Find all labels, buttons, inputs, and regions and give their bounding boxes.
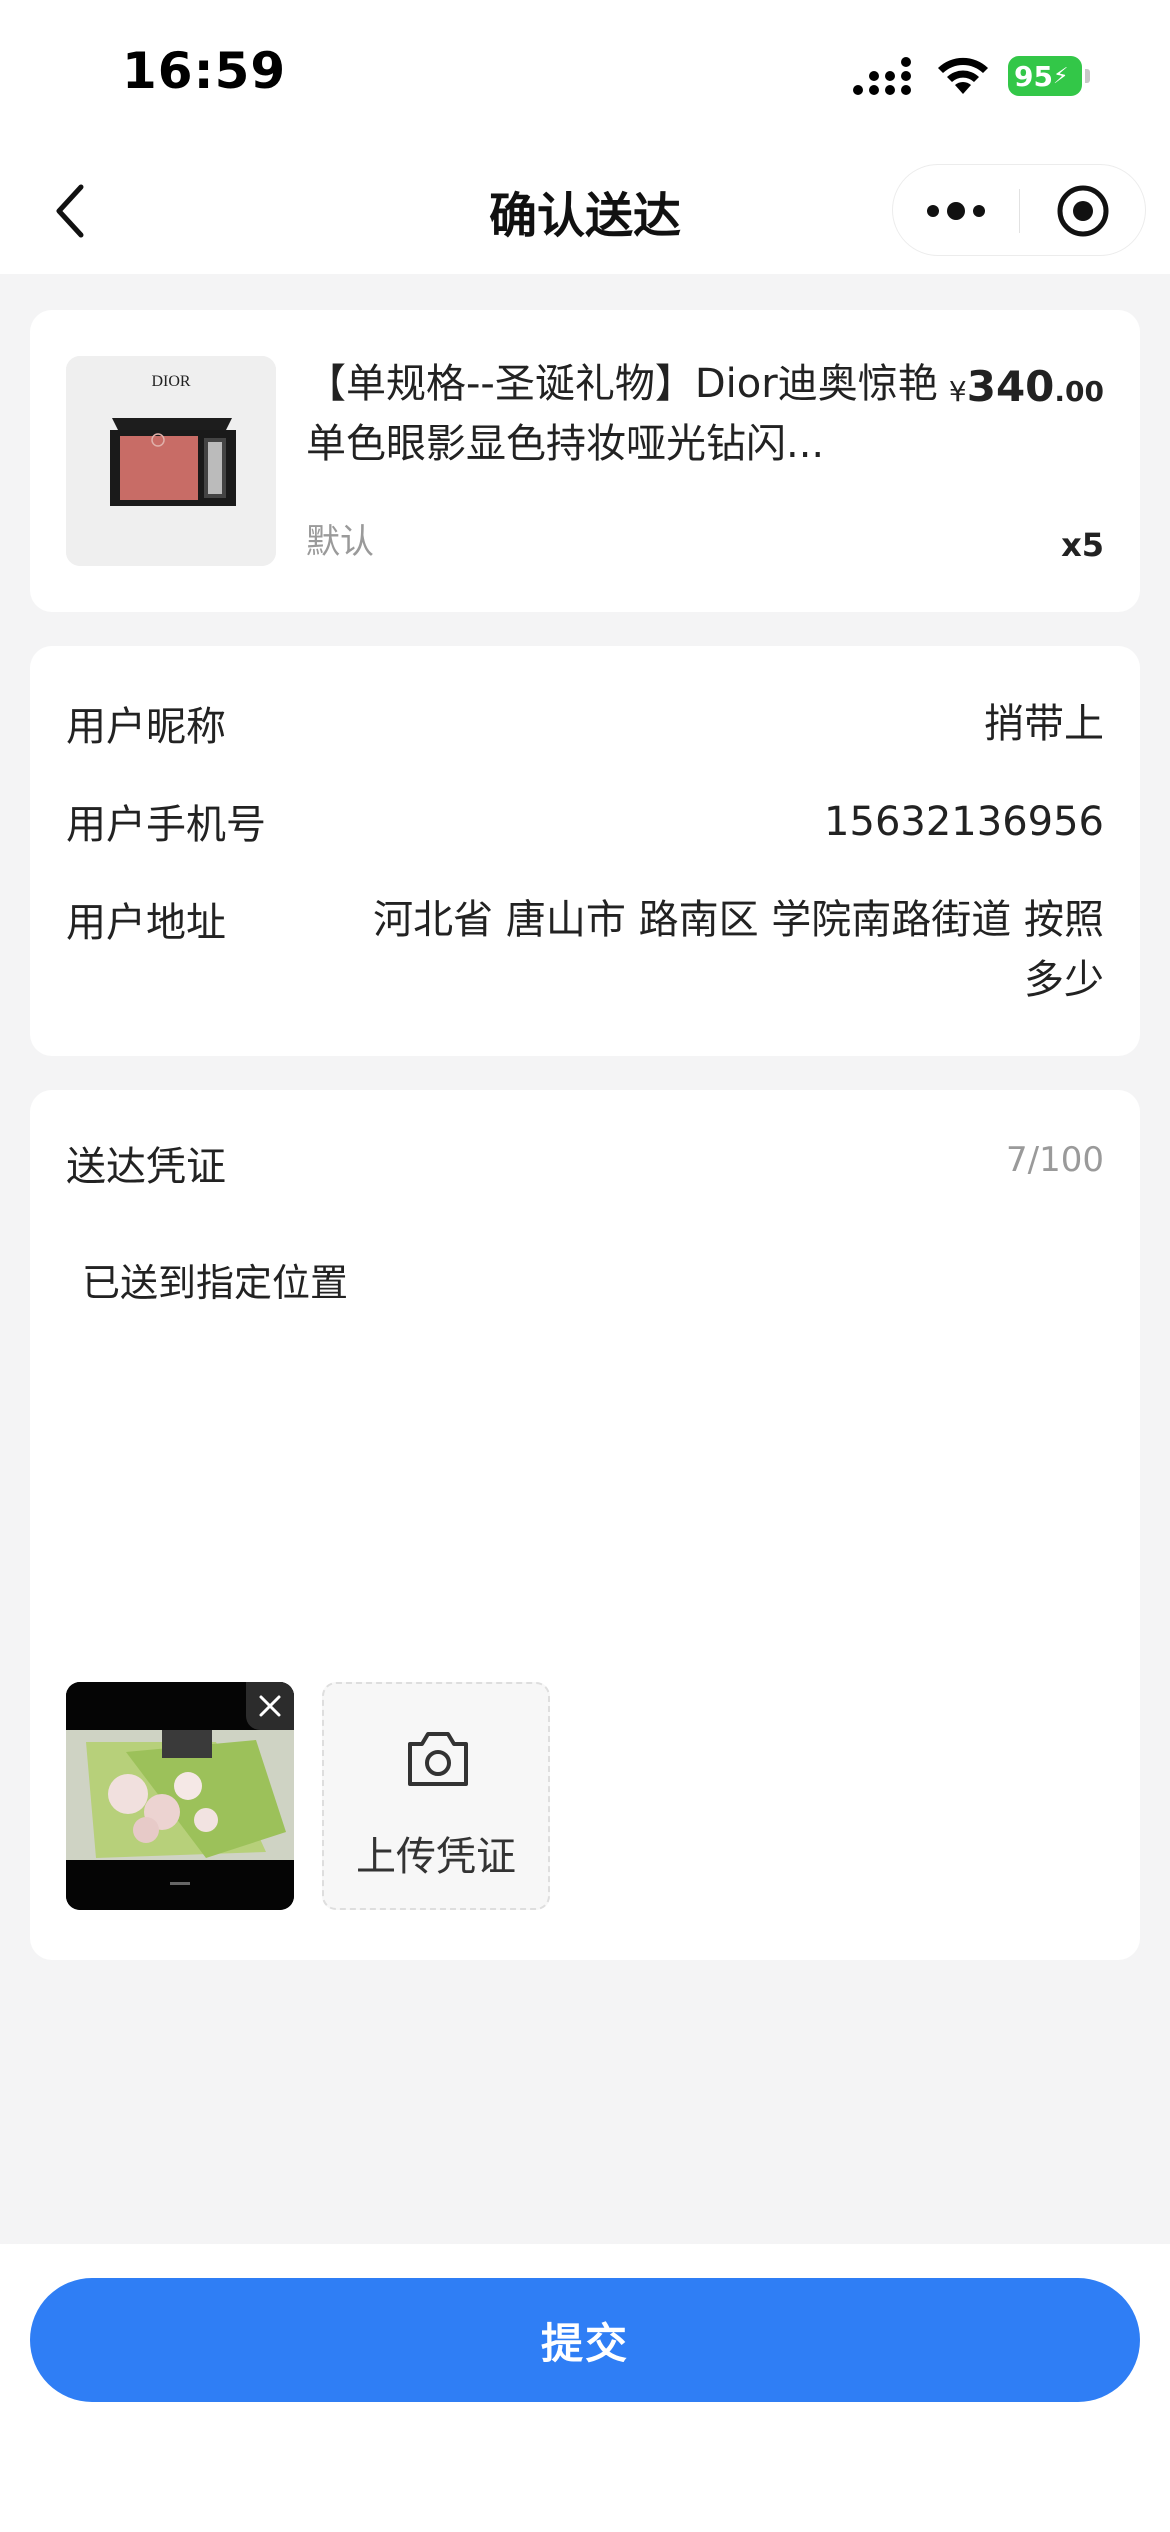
more-button[interactable]	[915, 183, 997, 239]
battery-icon: 95 ⚡	[1008, 56, 1090, 96]
address-value: 河北省 唐山市 路南区 学院南路街道 按照多少	[373, 897, 1104, 1003]
remove-photo-button[interactable]	[246, 1682, 294, 1730]
nav-bar: 确认送达	[0, 150, 1170, 274]
phone-row: 用户手机号 15632136956	[66, 792, 1104, 852]
capsule-divider	[1019, 189, 1020, 233]
status-time: 16:59	[122, 42, 287, 100]
price-decimal: .00	[1054, 375, 1104, 408]
battery-level: 95	[1014, 59, 1053, 93]
product-title: 【单规格--圣诞礼物】Dior迪奥惊艳单色眼影显色持妆哑光钻闪...	[306, 361, 938, 467]
address-label: 用户地址	[66, 900, 226, 946]
wifi-icon	[938, 57, 988, 94]
more-dots-icon	[927, 202, 985, 220]
close-icon	[259, 1695, 281, 1717]
bottom-action-bar: 提交	[0, 2244, 1170, 2532]
delivery-proof-card: 送达凭证 7/100 已送到指定位置 上传凭证	[30, 1090, 1140, 1960]
proof-textarea[interactable]: 已送到指定位置	[82, 1252, 348, 1307]
nickname-value: 捎带上	[984, 701, 1104, 747]
close-miniprogram-button[interactable]	[1043, 183, 1123, 239]
address-row: 用户地址 河北省 唐山市 路南区 学院南路街道 按照多少	[66, 890, 1104, 1020]
submit-button[interactable]: 提交	[30, 2278, 1140, 2402]
nickname-row: 用户昵称 捎带上	[66, 694, 1104, 754]
status-bar: 16:59 95 ⚡	[0, 0, 1170, 150]
product-card[interactable]: DIOR 【单规格--圣诞礼物】Dior迪奥惊艳单色眼影显色持妆哑光钻闪... …	[30, 310, 1140, 612]
phone-value: 15632136956	[824, 799, 1104, 845]
product-brand: DIOR	[151, 373, 190, 390]
miniprogram-capsule	[892, 164, 1146, 256]
cellular-signal-icon	[853, 57, 911, 95]
price-integer: 340	[966, 362, 1055, 411]
product-quantity: x5	[1061, 526, 1104, 564]
product-image: DIOR	[66, 356, 276, 566]
camera-icon	[408, 1732, 468, 1786]
upload-label: 上传凭证	[356, 1834, 516, 1880]
phone-label: 用户手机号	[66, 802, 266, 848]
proof-label: 送达凭证	[66, 1144, 226, 1190]
price-currency: ¥	[948, 375, 967, 408]
target-circle-icon	[1057, 185, 1109, 237]
proof-photo-thumbnail[interactable]	[66, 1682, 294, 1910]
proof-char-count: 7/100	[1006, 1140, 1104, 1180]
product-spec: 默认	[306, 522, 374, 562]
user-info-card: 用户昵称 捎带上 用户手机号 15632136956 用户地址 河北省 唐山市 …	[30, 646, 1140, 1056]
product-price: ¥340.00	[949, 362, 1104, 411]
upload-proof-button[interactable]: 上传凭证	[322, 1682, 550, 1910]
nickname-label: 用户昵称	[66, 704, 226, 750]
